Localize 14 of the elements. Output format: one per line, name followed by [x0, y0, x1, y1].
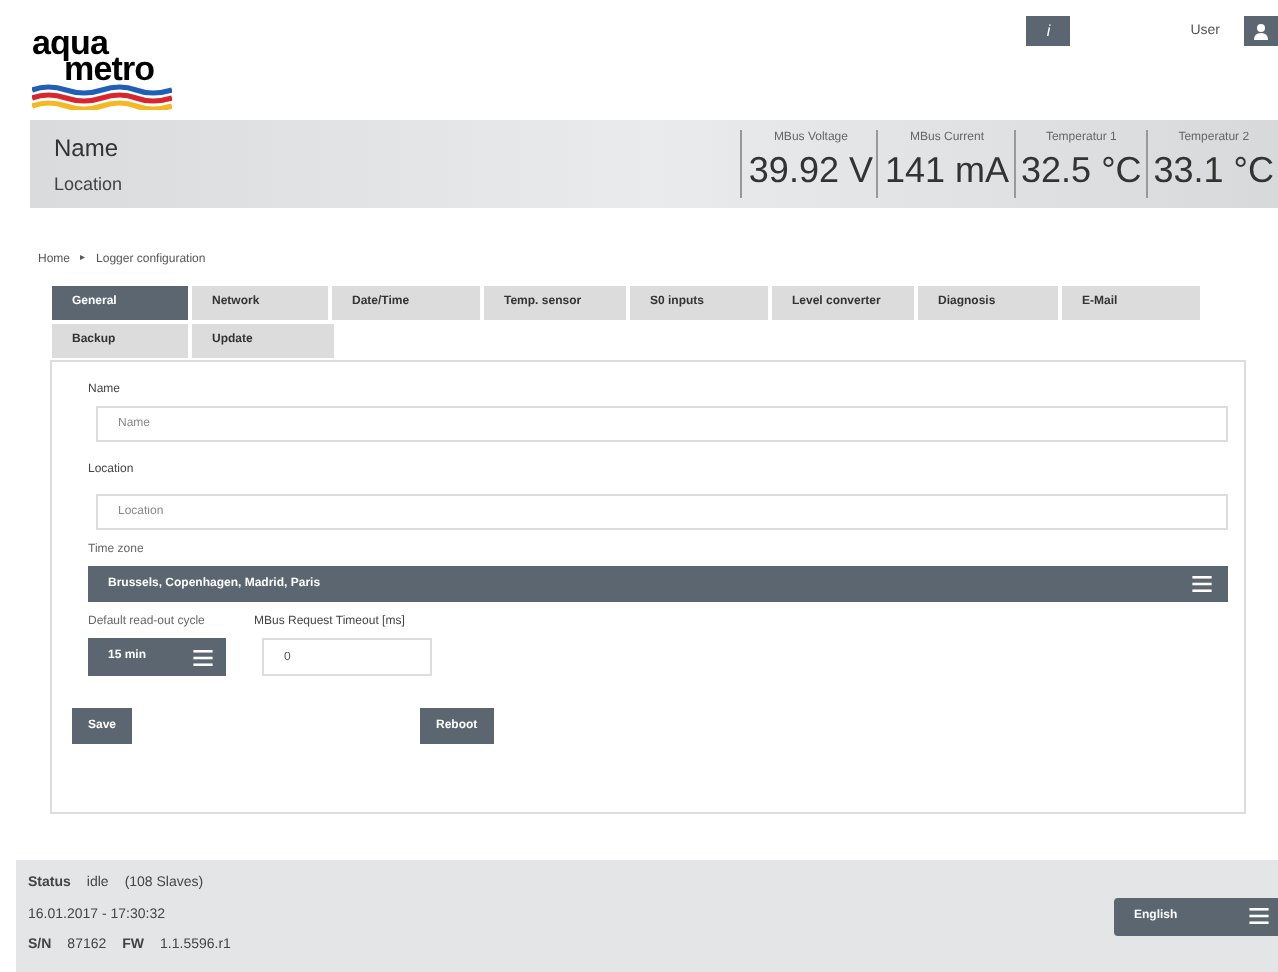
- device-location: Location: [54, 171, 125, 198]
- logo-text: aqua: [32, 32, 109, 56]
- info-button[interactable]: i: [1026, 16, 1071, 46]
- device-name: Name: [54, 131, 121, 166]
- user-icon: [1254, 23, 1268, 39]
- menu-icon: [192, 649, 214, 665]
- reading-value: 33.1 °C: [1153, 148, 1274, 192]
- reading-value: 39.92 V: [748, 148, 873, 192]
- reading-value: 32.5 °C: [1021, 148, 1142, 192]
- menu-icon: [1192, 576, 1212, 592]
- reading-value: 141 mA: [884, 148, 1010, 192]
- menu-icon: [1248, 908, 1270, 924]
- user-button[interactable]: [1244, 16, 1278, 46]
- waves-icon: [32, 84, 172, 110]
